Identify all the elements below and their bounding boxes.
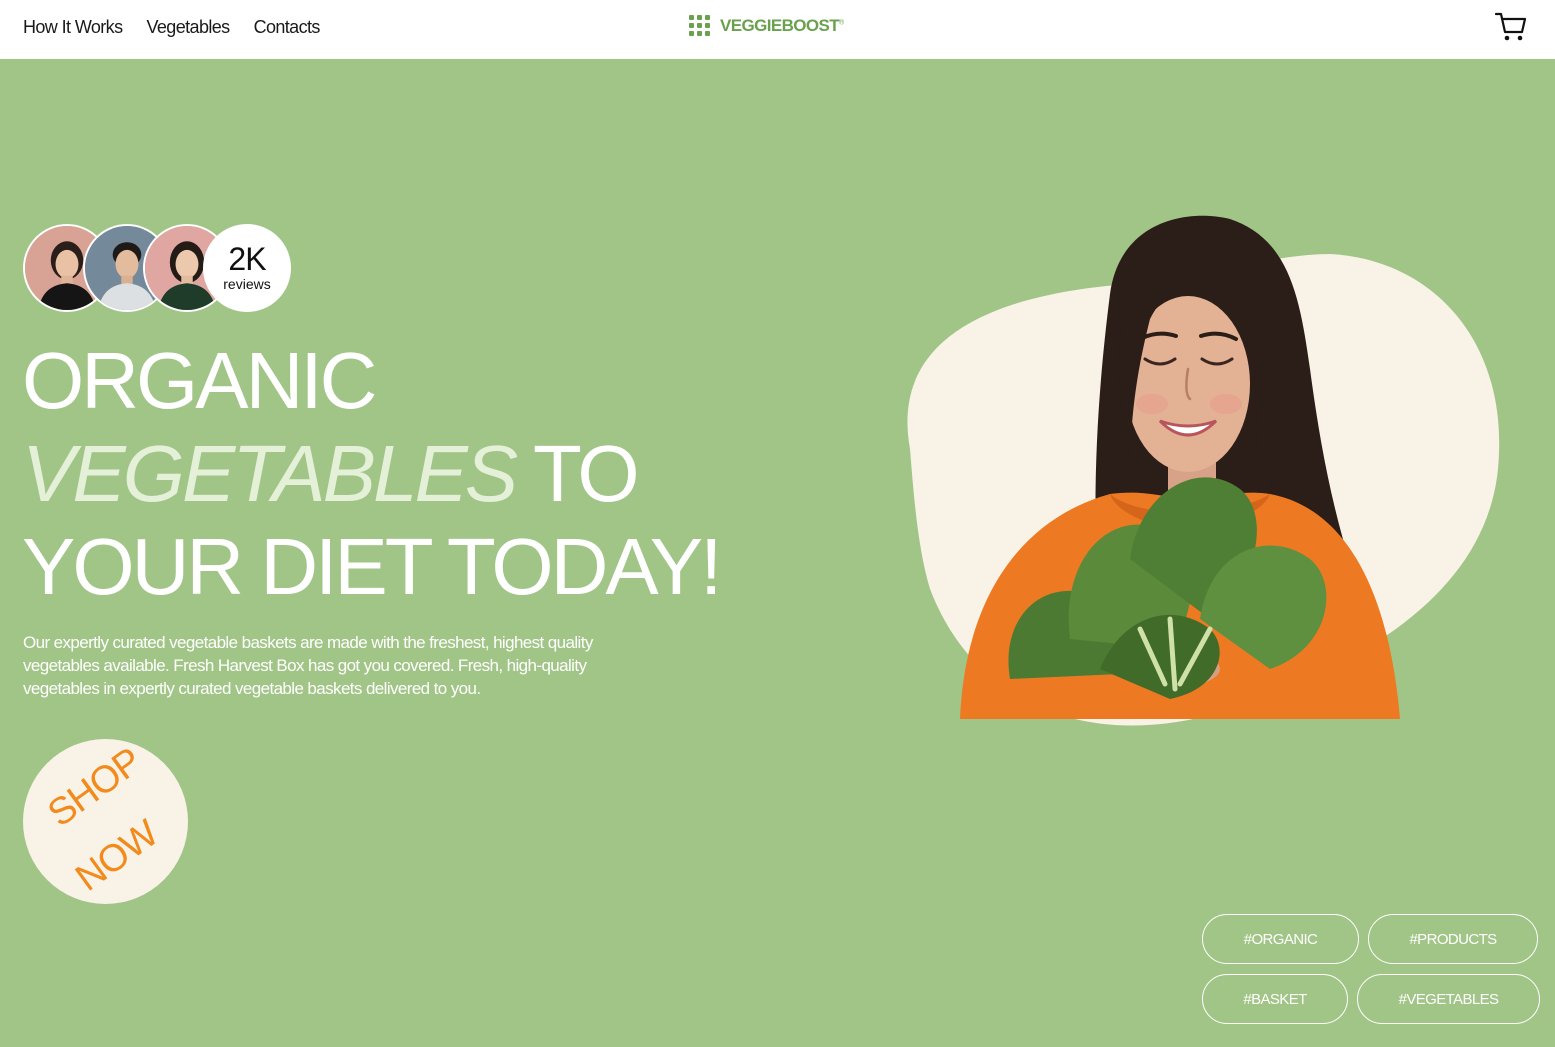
top-navigation-bar: How It Works Vegetables Contacts VEGGIEB…	[0, 0, 1555, 59]
tag-basket[interactable]: #BASKET	[1202, 974, 1348, 1024]
hero-headline: ORGANIC VEGETABLES TO YOUR DIET TODAY!	[22, 334, 722, 613]
headline-line-3: YOUR DIET TODAY!	[22, 522, 722, 611]
shop-now-label: SHOP NOW	[40, 739, 166, 900]
hero-portrait-image	[870, 199, 1530, 739]
nav-contacts[interactable]: Contacts	[254, 17, 321, 38]
tag-vegetables[interactable]: #VEGETABLES	[1357, 974, 1540, 1024]
shop-now-button[interactable]: SHOP NOW	[23, 739, 188, 904]
reviews-label: reviews	[223, 276, 271, 292]
hero-description: Our expertly curated vegetable baskets a…	[23, 633, 593, 698]
brand-name: VEGGIEBOOST®	[720, 15, 844, 35]
nav-how-it-works[interactable]: How It Works	[23, 17, 123, 38]
shopping-cart-icon[interactable]	[1494, 11, 1528, 43]
main-nav: How It Works Vegetables Contacts	[23, 17, 320, 38]
tag-products[interactable]: #PRODUCTS	[1368, 914, 1538, 964]
nav-vegetables[interactable]: Vegetables	[146, 17, 230, 38]
reviewer-avatars: 2K reviews	[23, 224, 293, 312]
headline-line-2: VEGETABLES TO	[22, 427, 719, 520]
reviews-count: 2K	[228, 241, 266, 277]
brand-logo[interactable]: VEGGIEBOOST®	[689, 15, 844, 36]
hero-section: 2K reviews ORGANIC VEGETABLES TO YOUR DI…	[0, 59, 1555, 1047]
headline-line-1: ORGANIC	[22, 336, 377, 425]
reviews-badge: 2K reviews	[203, 224, 291, 312]
headline-accent: VEGETABLES	[22, 429, 518, 518]
grid-dots-icon	[689, 15, 710, 36]
headline-line-2-rest: TO	[515, 429, 640, 518]
tag-organic[interactable]: #ORGANIC	[1202, 914, 1359, 964]
hashtag-list: #ORGANIC #PRODUCTS #BASKET #VEGETABLES	[1202, 914, 1542, 1024]
brand-trademark-mark: ®	[839, 18, 844, 26]
